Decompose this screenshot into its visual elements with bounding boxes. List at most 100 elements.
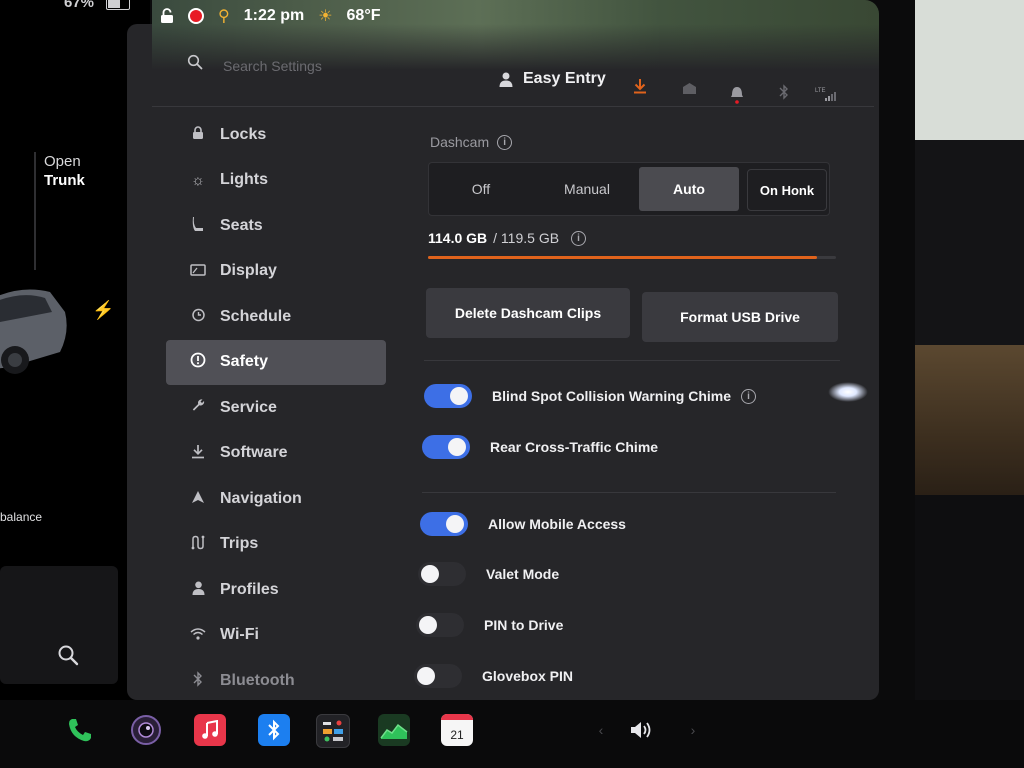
profile-icon [188, 581, 208, 599]
charging-bolt-icon: ⚡ [92, 300, 115, 320]
search-icon[interactable] [57, 644, 79, 666]
valet-mode-label: Valet Mode [486, 566, 560, 582]
profile-icon [499, 72, 513, 87]
allow-mobile-access-toggle[interactable] [420, 512, 468, 536]
profile-button[interactable]: Easy Entry [499, 70, 606, 88]
volume-icon[interactable] [625, 714, 657, 746]
record-icon[interactable] [188, 8, 204, 24]
toggle-row: Allow Mobile Access [420, 512, 626, 536]
sidebar-item-label: Bluetooth [220, 671, 295, 689]
sun-icon: ☀ [318, 8, 333, 25]
open-trunk-button[interactable]: Open Trunk [44, 152, 85, 190]
info-icon[interactable]: i [497, 134, 513, 150]
sidebar-item-seats[interactable]: Seats [166, 203, 386, 249]
background-wood-trim [915, 345, 1024, 495]
sidebar-item-display[interactable]: Display [166, 249, 386, 295]
toybox-icon[interactable] [316, 714, 350, 748]
info-icon[interactable]: i [571, 230, 587, 246]
format-usb-drive-button[interactable]: Format USB Drive [642, 292, 838, 342]
sidebar-item-navigation[interactable]: Navigation [166, 476, 386, 522]
open-trunk-label: Open [44, 153, 81, 170]
unlock-icon[interactable] [160, 8, 174, 24]
dashcam-label: Dashcam [430, 134, 490, 150]
section-divider [422, 492, 836, 493]
toggle-knob [419, 616, 437, 634]
storage-progress-bar [428, 256, 836, 259]
settings-sidebar: Locks ☼ Lights Seats Display Schedule Sa… [166, 112, 386, 704]
safety-icon [188, 352, 208, 372]
lte-signal-icon: LTE [815, 88, 836, 101]
sidebar-item-wifi[interactable]: Wi-Fi [166, 613, 386, 659]
sidebar-item-label: Display [220, 262, 277, 280]
music-icon[interactable] [194, 714, 226, 746]
bluetooth-icon [188, 671, 208, 691]
svg-text:LTE: LTE [815, 88, 826, 94]
rear-cross-traffic-chime-toggle[interactable] [422, 435, 470, 459]
energy-icon[interactable] [378, 714, 410, 746]
settings-header: Easy Entry LTE [187, 52, 847, 104]
sidebar-item-schedule[interactable]: Schedule [166, 294, 386, 340]
allow-mobile-access-label: Allow Mobile Access [488, 516, 626, 532]
dashcam-option-on-honk[interactable]: On Honk [747, 169, 827, 211]
storage-used: 114.0 GB [428, 230, 488, 246]
profile-name: Easy Entry [523, 70, 606, 87]
display-icon [188, 263, 208, 280]
rear-cross-traffic-chime-label: Rear Cross-Traffic Chime [490, 439, 659, 455]
sidebar-item-locks[interactable]: Locks [166, 112, 386, 158]
camera-icon[interactable] [130, 714, 162, 746]
sidebar-item-trips[interactable]: Trips [166, 522, 386, 568]
sidebar-item-label: Trips [220, 535, 259, 553]
car-image [0, 289, 67, 374]
wrench-icon [188, 398, 208, 417]
sidebar-item-label: Software [220, 444, 288, 462]
outside-temperature: 68°F [346, 7, 381, 24]
sidebar-item-lights[interactable]: ☼ Lights [166, 158, 386, 204]
trunk-indicator-line [34, 152, 36, 270]
sidebar-item-profiles[interactable]: Profiles [166, 567, 386, 613]
storage-progress-fill [428, 256, 818, 259]
dashcam-option-manual[interactable]: Manual [533, 163, 641, 215]
sidebar-item-software[interactable]: Software [166, 431, 386, 477]
toggle-row: PIN to Drive [416, 613, 563, 637]
seat-icon [188, 216, 208, 236]
phone-icon[interactable] [64, 714, 96, 746]
sidebar-item-label: Seats [220, 216, 263, 234]
dashcam-section-label: Dashcam i [430, 134, 513, 150]
toggle-knob [450, 387, 468, 405]
valet-mode-toggle[interactable] [418, 562, 466, 586]
bluetooth-icon[interactable] [779, 84, 789, 100]
pin-to-drive-toggle[interactable] [416, 613, 464, 637]
battery-icon [106, 0, 130, 10]
garage-icon[interactable] [682, 82, 697, 95]
lock-icon [188, 126, 208, 144]
chevron-left-icon[interactable]: ‹ [585, 714, 617, 746]
trips-icon [188, 535, 208, 554]
calendar-icon[interactable]: 21 [441, 714, 473, 746]
search-icon[interactable] [187, 54, 203, 70]
sidebar-item-bluetooth[interactable]: Bluetooth [166, 658, 386, 704]
dashcam-mode-selector: Off Manual Auto On Honk [428, 162, 830, 216]
glovebox-pin-toggle[interactable] [414, 664, 462, 688]
dashcam-option-off[interactable]: Off [429, 163, 533, 215]
sidebar-item-label: Lights [220, 171, 268, 189]
toggle-knob [417, 667, 435, 685]
sidebar-item-service[interactable]: Service [166, 385, 386, 431]
blind-spot-chime-label: Blind Spot Collision Warning Chime [492, 388, 732, 404]
dashcam-option-auto[interactable]: Auto [639, 167, 739, 211]
sidebar-item-safety[interactable]: Safety [166, 339, 386, 385]
clock-time: 1:22 pm [243, 7, 305, 24]
sidebar-item-label: Safety [220, 353, 269, 371]
sidebar-item-label: Profiles [220, 580, 279, 598]
location-icon: ⚲ [218, 8, 230, 25]
blind-spot-chime-toggle[interactable] [424, 384, 472, 408]
info-icon[interactable]: i [741, 388, 757, 404]
bell-icon[interactable] [730, 84, 744, 104]
usb-storage-usage: 114.0 GB / 119.5 GB i [428, 230, 587, 246]
bluetooth-icon[interactable] [258, 714, 290, 746]
search-input[interactable] [221, 54, 425, 78]
delete-dashcam-clips-button[interactable]: Delete Dashcam Clips [426, 288, 630, 338]
download-icon[interactable] [633, 78, 647, 94]
chevron-right-icon[interactable]: › [677, 714, 709, 746]
toggle-row: Blind Spot Collision Warning Chime i [424, 384, 757, 408]
left-bottom-card[interactable] [0, 566, 118, 684]
